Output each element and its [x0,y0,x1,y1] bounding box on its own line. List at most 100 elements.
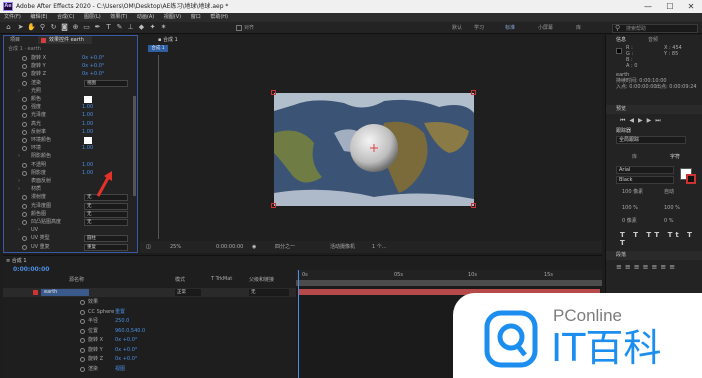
timeline-property-value[interactable]: 250.0 [115,317,129,325]
stopwatch-icon[interactable] [80,366,85,372]
selection-tool-icon[interactable]: ➤ [16,23,25,32]
close-button[interactable]: ✕ [680,0,702,13]
text-style-buttons-icon[interactable]: T T TT Tt T T [620,231,702,247]
scrollbar[interactable] [133,96,136,196]
zoom-select[interactable]: 25% [170,241,181,253]
stopwatch-icon[interactable] [80,347,85,353]
timeline-property-value[interactable]: 重置 [115,308,125,316]
stopwatch-icon[interactable] [22,146,27,152]
workspace-small-screen[interactable]: 小屏幕 [538,23,553,33]
font-size-value[interactable]: 100 像素 [622,189,643,196]
tab-audio[interactable]: 音频 [648,36,658,43]
tab-paragraph[interactable]: 段落 [606,251,702,260]
playback-controls-icon[interactable]: ⏮◀▶▶⏭ [620,117,665,125]
color-swatch[interactable] [84,96,92,103]
property-select[interactable]: 重复 [84,243,128,251]
stopwatch-icon[interactable] [22,97,27,102]
stopwatch-icon[interactable] [80,300,85,305]
camera-snapshot-icon[interactable]: ◉ [252,241,256,253]
layer-row[interactable]: earth 正常 无 [3,288,296,297]
layer-parent-select[interactable]: 无 [249,289,289,296]
pen-tool-icon[interactable]: ✒ [93,23,102,32]
camera-tool-icon[interactable]: ◙ [60,23,69,32]
tab-effect-controls[interactable]: 效果控件 earth [49,36,84,44]
timeline-property-row[interactable]: 效果 [3,298,298,306]
handle-bottom-right[interactable] [471,203,476,208]
timeline-property-value[interactable]: 960.0,540.0 [115,327,145,335]
timeline-property-value[interactable]: 视图 [115,365,125,373]
layer-name[interactable]: earth [41,289,89,296]
stopwatch-icon[interactable] [22,80,27,86]
timeline-property-value[interactable]: 0x +0.0° [115,336,137,344]
home-icon[interactable]: ⌂ [4,23,13,32]
brush-tool-icon[interactable]: ✎ [115,23,124,32]
workspace-standard[interactable]: 标准 [505,23,515,33]
playhead[interactable] [298,270,299,378]
tab-preview[interactable]: 预览 [606,105,702,114]
tsume-value[interactable]: 0 % [664,218,674,225]
zoom-tool-icon[interactable]: ⚲ [38,23,47,32]
menu-animation[interactable]: 动画(A) [137,14,154,20]
work-area-bar[interactable] [296,280,602,286]
leading-value[interactable]: 自动 [664,189,674,196]
timeline-property-row[interactable]: 渲染 视图 [3,365,298,373]
rectangle-tool-icon[interactable]: ▭ [82,23,91,32]
handle-bottom-left[interactable] [271,203,276,208]
stopwatch-icon[interactable] [22,138,27,143]
menu-effect[interactable]: 效果(T) [110,14,127,20]
property-select[interactable]: 无 [84,219,128,226]
property-select[interactable]: 视图 [84,79,128,87]
composition-canvas[interactable] [274,93,474,206]
stopwatch-icon[interactable] [22,105,27,111]
tab-character[interactable]: 字符 [670,153,680,160]
stopwatch-icon[interactable] [22,64,27,70]
stopwatch-icon[interactable] [80,319,85,324]
hand-tool-icon[interactable]: ✋ [27,23,36,32]
timeline-timecode[interactable]: 0:00:00:00 [13,266,49,273]
pan-behind-tool-icon[interactable]: ⊕ [71,23,80,32]
font-style-select[interactable]: Black [616,176,674,184]
stopwatch-icon[interactable] [22,203,27,209]
horizontal-scale-value[interactable]: 100 % [664,205,680,212]
timeline-property-row[interactable]: 旋转 Y 0x +0.0° [3,346,298,354]
stopwatch-icon[interactable] [80,309,85,315]
workspace-default[interactable]: 默认 [452,23,462,33]
mask-icon[interactable]: ◫ [146,241,151,253]
handle-top-left[interactable] [271,90,276,95]
tab-timeline[interactable]: ≡ 合成 1 [6,257,27,264]
stopwatch-icon[interactable] [22,236,27,242]
views-select[interactable]: 1 个... [372,241,387,253]
timeline-property-row[interactable]: CC Sphere 重置 [3,308,298,316]
tracker-select[interactable]: 全局跟踪 [616,136,686,144]
stopwatch-icon[interactable] [22,72,27,78]
tab-project[interactable]: 项目 [10,36,20,44]
property-select[interactable]: 圆柱 [84,235,128,243]
menu-composition[interactable]: 合成(C) [57,14,74,20]
stopwatch-icon[interactable] [22,211,27,217]
color-swatch[interactable] [84,137,92,144]
menu-window[interactable]: 窗口 [191,14,201,20]
stopwatch-icon[interactable] [22,170,27,176]
timeline-property-row[interactable]: 旋转 Z 0x +0.0° [3,355,298,363]
camera-select[interactable]: 活动摄像机 [330,241,355,253]
vertical-scale-value[interactable]: 100 % [622,205,638,212]
stopwatch-icon[interactable] [22,56,27,61]
eraser-tool-icon[interactable]: ◆ [137,23,146,32]
tab-libraries[interactable]: 库 [632,153,637,160]
stopwatch-icon[interactable] [22,129,27,135]
paragraph-align-icons[interactable]: ≡≡≡≡≡≡≡ [616,263,678,271]
minimize-button[interactable]: — [637,0,659,13]
stopwatch-icon[interactable] [80,357,85,362]
tab-info[interactable]: 信息 [616,36,626,43]
layer-mode-select[interactable]: 正常 [175,289,201,296]
rotate-tool-icon[interactable]: ↻ [49,23,58,32]
property-select[interactable]: 无 [84,210,128,218]
font-family-select[interactable]: Arial [616,166,674,174]
timeline-property-row[interactable]: 旋转 X 0x +0.0° [3,336,298,344]
stopwatch-icon[interactable] [22,195,27,201]
property-select[interactable]: 无 [84,202,128,210]
workspace-libraries[interactable]: 库 [576,23,581,33]
stopwatch-icon[interactable] [22,220,27,225]
stopwatch-icon[interactable] [22,244,27,250]
menu-view[interactable]: 视图(V) [164,14,181,20]
